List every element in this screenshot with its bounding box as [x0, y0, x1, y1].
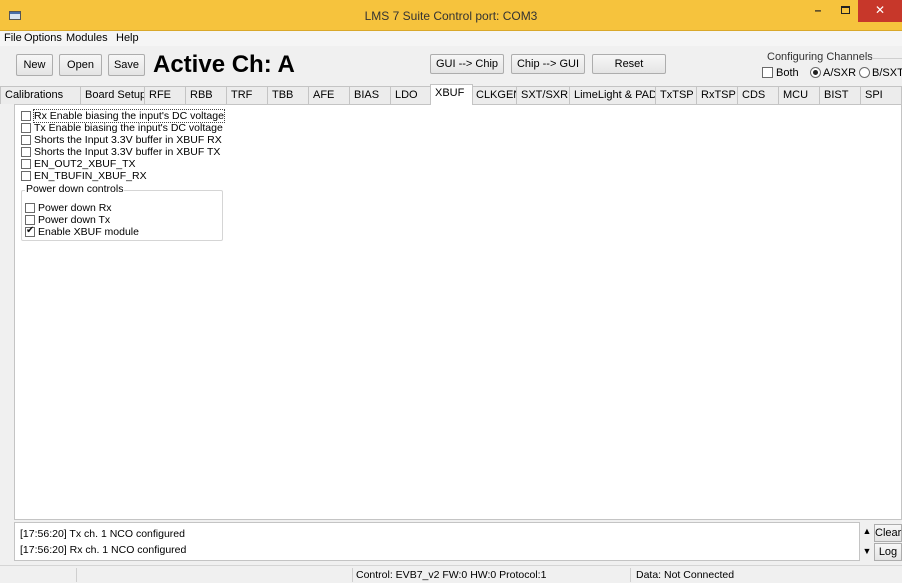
new-button[interactable]: New: [16, 54, 53, 76]
menu-file[interactable]: File: [4, 32, 22, 44]
close-icon[interactable]: ✕: [858, 0, 902, 22]
checkbox-icon: [25, 215, 35, 225]
configuring-channels-title: Configuring Channels: [767, 51, 873, 63]
tab-rfe[interactable]: RFE: [144, 86, 187, 104]
scroll-down-icon[interactable]: ▼: [860, 546, 874, 556]
channel-b-radio[interactable]: B/SXT: [859, 67, 902, 79]
tab-tbb[interactable]: TBB: [267, 86, 310, 104]
gui-to-chip-button[interactable]: GUI --> Chip: [430, 54, 504, 74]
log-line: [17:56:20] Rx ch. 1 NCO configured: [20, 544, 187, 556]
xbuf-option-checkbox[interactable]: Tx Enable biasing the input's DC voltage: [21, 122, 223, 134]
radio-icon: [859, 67, 870, 78]
checkbox-icon: [21, 111, 31, 121]
open-button[interactable]: Open: [59, 54, 102, 76]
power-down-controls-title: Power down controls: [25, 183, 125, 195]
tab-afe[interactable]: AFE: [308, 86, 351, 104]
tab-bist[interactable]: BIST: [819, 86, 862, 104]
power-down-rx-checkbox[interactable]: Power down Rx: [25, 202, 112, 214]
xbuf-option-checkbox[interactable]: EN_OUT2_XBUF_TX: [21, 158, 136, 170]
tab-txtsp[interactable]: TxTSP: [655, 86, 698, 104]
checkbox-icon: [21, 123, 31, 133]
enable-xbuf-module-checkbox[interactable]: Enable XBUF module: [25, 225, 139, 238]
xbuf-option-checkbox[interactable]: EN_TBUFIN_XBUF_RX: [21, 170, 147, 182]
control-status: Control: EVB7_v2 FW:0 HW:0 Protocol:1: [356, 569, 547, 581]
menu-bar: File Options Modules Help: [0, 31, 902, 46]
tab-rbb[interactable]: RBB: [185, 86, 228, 104]
checkbox-icon: [25, 203, 35, 213]
power-down-tx-checkbox[interactable]: Power down Tx: [25, 214, 110, 226]
tab-trf[interactable]: TRF: [226, 86, 269, 104]
toolbar: New Open Save Active Ch: A GUI --> Chip …: [0, 46, 902, 84]
tab-bias[interactable]: BIAS: [349, 86, 392, 104]
title-bar: LMS 7 Suite Control port: COM3 – ✕: [0, 0, 902, 31]
checkbox-checked-icon: [25, 225, 35, 237]
xbuf-option-checkbox[interactable]: Shorts the Input 3.3V buffer in XBUF RX: [21, 134, 222, 146]
tab-cds[interactable]: CDS: [737, 86, 780, 104]
tab-limelight-pad[interactable]: LimeLight & PAD: [569, 86, 657, 104]
scroll-up-icon[interactable]: ▲: [860, 526, 874, 536]
save-button[interactable]: Save: [108, 54, 145, 76]
checkbox-icon: [21, 171, 31, 181]
checkbox-icon: [21, 135, 31, 145]
module-tabs: Calibrations Board Setup RFE RBB TRF TBB…: [0, 84, 902, 105]
window-title: LMS 7 Suite Control port: COM3: [364, 9, 538, 23]
radio-selected-icon: [810, 67, 821, 78]
log-line: [17:56:20] Tx ch. 1 NCO configured: [20, 528, 185, 540]
configuring-channels-group: Configuring Channels Both A/SXR B/SXT: [760, 49, 902, 85]
chip-to-gui-button[interactable]: Chip --> GUI: [511, 54, 585, 74]
status-bar: Control: EVB7_v2 FW:0 HW:0 Protocol:1 Da…: [0, 565, 902, 583]
tab-spi[interactable]: SPI: [860, 86, 902, 104]
checkbox-icon: [21, 147, 31, 157]
tab-xbuf[interactable]: XBUF: [430, 84, 473, 105]
log-button[interactable]: Log: [874, 543, 902, 561]
tab-sxt-sxr[interactable]: SXT/SXR: [516, 86, 571, 104]
tab-board-setup[interactable]: Board Setup: [80, 86, 147, 104]
channel-a-radio[interactable]: A/SXR: [810, 67, 856, 79]
tab-ldo[interactable]: LDO: [390, 86, 432, 104]
clear-log-button[interactable]: Clear: [874, 524, 902, 542]
reset-button[interactable]: Reset: [592, 54, 666, 74]
log-output[interactable]: [17:56:20] Tx ch. 1 NCO configured [17:5…: [14, 522, 860, 561]
both-checkbox[interactable]: Both: [762, 67, 799, 79]
menu-options[interactable]: Options: [24, 32, 62, 44]
checkbox-icon: [762, 67, 773, 78]
active-channel-label: Active Ch: A: [153, 51, 295, 78]
maximize-icon[interactable]: [832, 0, 858, 22]
xbuf-panel: Rx Enable biasing the input's DC voltage…: [14, 104, 902, 520]
menu-help[interactable]: Help: [116, 32, 139, 44]
data-connection-status: Data: Not Connected: [636, 569, 735, 581]
minimize-icon[interactable]: –: [805, 0, 831, 22]
tab-rxtsp[interactable]: RxTSP: [696, 86, 739, 104]
menu-modules[interactable]: Modules: [66, 32, 108, 44]
xbuf-option-checkbox[interactable]: Shorts the Input 3.3V buffer in XBUF TX: [21, 146, 220, 158]
power-down-controls-group: Power down controls Power down Rx Power …: [21, 183, 223, 241]
tab-clkgen[interactable]: CLKGEN: [471, 86, 521, 104]
tab-mcu[interactable]: MCU: [778, 86, 821, 104]
checkbox-icon: [21, 159, 31, 169]
xbuf-option-checkbox[interactable]: Rx Enable biasing the input's DC voltage: [21, 109, 225, 123]
